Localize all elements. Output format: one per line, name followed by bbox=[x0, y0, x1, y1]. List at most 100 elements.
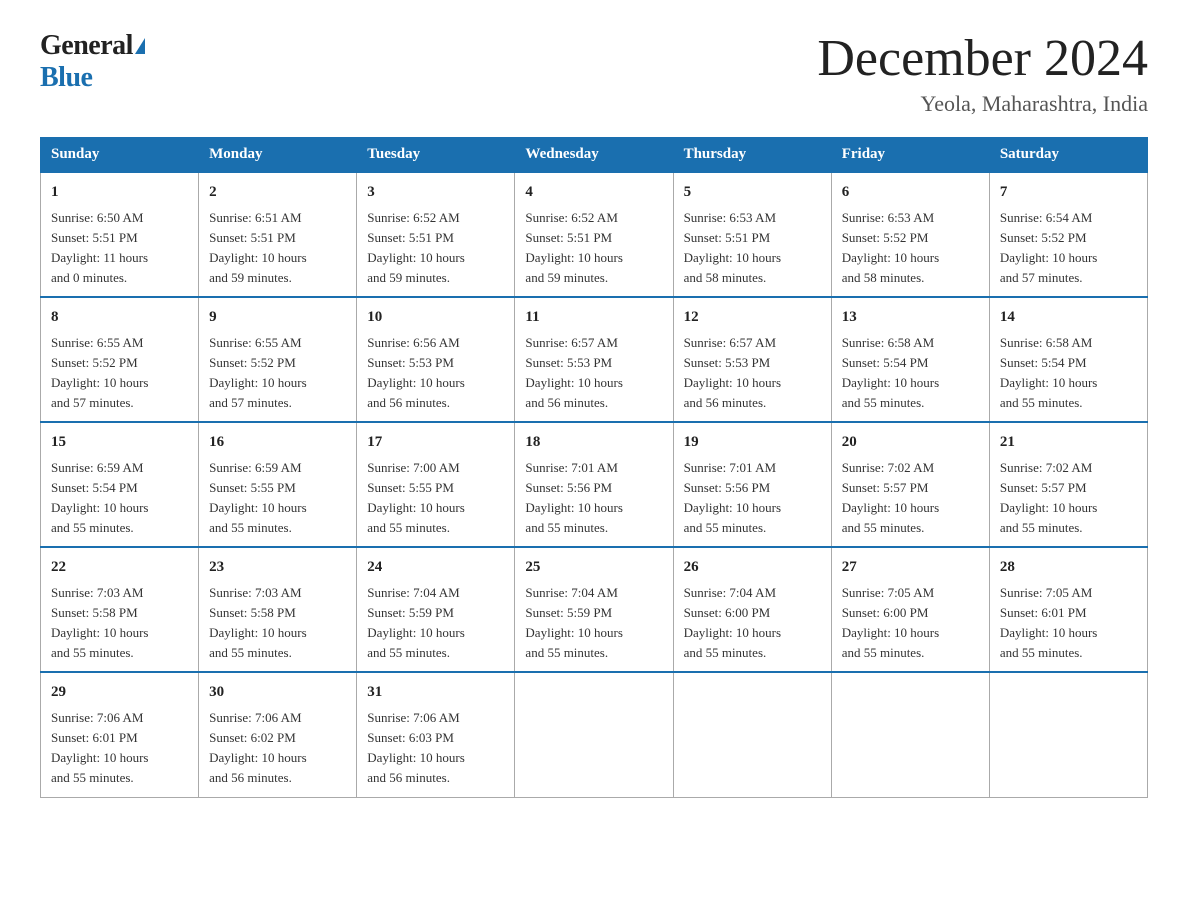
day-number: 31 bbox=[367, 681, 504, 704]
day-info: Sunrise: 6:57 AMSunset: 5:53 PMDaylight:… bbox=[525, 333, 662, 414]
day-number: 17 bbox=[367, 431, 504, 454]
logo: General Blue bbox=[40, 30, 145, 94]
day-number: 20 bbox=[842, 431, 979, 454]
header-saturday: Saturday bbox=[989, 138, 1147, 173]
calendar-cell: 20 Sunrise: 7:02 AMSunset: 5:57 PMDayligh… bbox=[831, 422, 989, 547]
day-info: Sunrise: 7:06 AMSunset: 6:03 PMDaylight:… bbox=[367, 708, 504, 789]
calendar-cell bbox=[673, 672, 831, 797]
day-info: Sunrise: 6:55 AMSunset: 5:52 PMDaylight:… bbox=[51, 333, 188, 414]
calendar-cell: 9 Sunrise: 6:55 AMSunset: 5:52 PMDaylight… bbox=[199, 297, 357, 422]
calendar-cell: 1Sunrise: 6:50 AMSunset: 5:51 PMDaylight… bbox=[41, 172, 199, 297]
calendar-cell: 25Sunrise: 7:04 AMSunset: 5:59 PMDayligh… bbox=[515, 547, 673, 672]
day-number: 16 bbox=[209, 431, 346, 454]
calendar-cell: 7Sunrise: 6:54 AMSunset: 5:52 PMDaylight… bbox=[989, 172, 1147, 297]
header-thursday: Thursday bbox=[673, 138, 831, 173]
calendar-cell: 11 Sunrise: 6:57 AMSunset: 5:53 PMDayligh… bbox=[515, 297, 673, 422]
day-number: 8 bbox=[51, 306, 188, 329]
day-info: Sunrise: 7:04 AMSunset: 6:00 PMDaylight:… bbox=[684, 583, 821, 664]
day-info: Sunrise: 7:00 AMSunset: 5:55 PMDaylight:… bbox=[367, 458, 504, 539]
calendar-cell: 2 Sunrise: 6:51 AMSunset: 5:51 PMDaylight… bbox=[199, 172, 357, 297]
day-number: 19 bbox=[684, 431, 821, 454]
calendar-cell bbox=[989, 672, 1147, 797]
calendar-cell: 21 Sunrise: 7:02 AMSunset: 5:57 PMDayligh… bbox=[989, 422, 1147, 547]
day-info: Sunrise: 6:51 AMSunset: 5:51 PMDaylight:… bbox=[209, 208, 346, 289]
calendar-cell bbox=[831, 672, 989, 797]
logo-general-text: General bbox=[40, 30, 133, 62]
day-info: Sunrise: 7:01 AMSunset: 5:56 PMDaylight:… bbox=[525, 458, 662, 539]
calendar-cell: 23 Sunrise: 7:03 AMSunset: 5:58 PMDayligh… bbox=[199, 547, 357, 672]
day-info: Sunrise: 6:53 AMSunset: 5:52 PMDaylight:… bbox=[842, 208, 979, 289]
day-info: Sunrise: 7:03 AMSunset: 5:58 PMDaylight:… bbox=[51, 583, 188, 664]
header-wednesday: Wednesday bbox=[515, 138, 673, 173]
day-number: 11 bbox=[525, 306, 662, 329]
day-number: 18 bbox=[525, 431, 662, 454]
calendar-week-row: 15Sunrise: 6:59 AMSunset: 5:54 PMDayligh… bbox=[41, 422, 1148, 547]
calendar-cell: 12 Sunrise: 6:57 AMSunset: 5:53 PMDayligh… bbox=[673, 297, 831, 422]
day-number: 4 bbox=[525, 181, 662, 204]
calendar-cell: 18 Sunrise: 7:01 AMSunset: 5:56 PMDayligh… bbox=[515, 422, 673, 547]
calendar-cell: 24Sunrise: 7:04 AMSunset: 5:59 PMDayligh… bbox=[357, 547, 515, 672]
day-info: Sunrise: 6:59 AMSunset: 5:55 PMDaylight:… bbox=[209, 458, 346, 539]
day-info: Sunrise: 6:55 AMSunset: 5:52 PMDaylight:… bbox=[209, 333, 346, 414]
month-title: December 2024 bbox=[817, 30, 1148, 87]
day-info: Sunrise: 7:02 AMSunset: 5:57 PMDaylight:… bbox=[1000, 458, 1137, 539]
day-info: Sunrise: 6:57 AMSunset: 5:53 PMDaylight:… bbox=[684, 333, 821, 414]
title-block: December 2024 Yeola, Maharashtra, India bbox=[817, 30, 1148, 117]
page-header: General Blue December 2024 Yeola, Mahara… bbox=[40, 30, 1148, 117]
calendar-cell: 30Sunrise: 7:06 AMSunset: 6:02 PMDayligh… bbox=[199, 672, 357, 797]
day-number: 30 bbox=[209, 681, 346, 704]
location-title: Yeola, Maharashtra, India bbox=[817, 91, 1148, 117]
calendar-cell: 26 Sunrise: 7:04 AMSunset: 6:00 PMDayligh… bbox=[673, 547, 831, 672]
day-info: Sunrise: 7:02 AMSunset: 5:57 PMDaylight:… bbox=[842, 458, 979, 539]
day-info: Sunrise: 6:52 AMSunset: 5:51 PMDaylight:… bbox=[525, 208, 662, 289]
calendar-cell: 28Sunrise: 7:05 AMSunset: 6:01 PMDayligh… bbox=[989, 547, 1147, 672]
calendar-cell: 29Sunrise: 7:06 AMSunset: 6:01 PMDayligh… bbox=[41, 672, 199, 797]
calendar-cell: 27Sunrise: 7:05 AMSunset: 6:00 PMDayligh… bbox=[831, 547, 989, 672]
logo-blue-text: Blue bbox=[40, 62, 92, 93]
day-info: Sunrise: 6:59 AMSunset: 5:54 PMDaylight:… bbox=[51, 458, 188, 539]
calendar-week-row: 8 Sunrise: 6:55 AMSunset: 5:52 PMDaylight… bbox=[41, 297, 1148, 422]
calendar-cell: 22Sunrise: 7:03 AMSunset: 5:58 PMDayligh… bbox=[41, 547, 199, 672]
day-number: 21 bbox=[1000, 431, 1137, 454]
calendar-cell: 5 Sunrise: 6:53 AMSunset: 5:51 PMDaylight… bbox=[673, 172, 831, 297]
day-number: 2 bbox=[209, 181, 346, 204]
header-sunday: Sunday bbox=[41, 138, 199, 173]
calendar-cell: 4 Sunrise: 6:52 AMSunset: 5:51 PMDaylight… bbox=[515, 172, 673, 297]
calendar-cell: 19Sunrise: 7:01 AMSunset: 5:56 PMDayligh… bbox=[673, 422, 831, 547]
day-number: 14 bbox=[1000, 306, 1137, 329]
day-number: 29 bbox=[51, 681, 188, 704]
calendar-cell: 17 Sunrise: 7:00 AMSunset: 5:55 PMDayligh… bbox=[357, 422, 515, 547]
calendar-week-row: 29Sunrise: 7:06 AMSunset: 6:01 PMDayligh… bbox=[41, 672, 1148, 797]
calendar-cell: 3 Sunrise: 6:52 AMSunset: 5:51 PMDaylight… bbox=[357, 172, 515, 297]
day-number: 13 bbox=[842, 306, 979, 329]
day-number: 5 bbox=[684, 181, 821, 204]
header-tuesday: Tuesday bbox=[357, 138, 515, 173]
calendar-cell: 6Sunrise: 6:53 AMSunset: 5:52 PMDaylight… bbox=[831, 172, 989, 297]
day-info: Sunrise: 7:03 AMSunset: 5:58 PMDaylight:… bbox=[209, 583, 346, 664]
day-info: Sunrise: 6:56 AMSunset: 5:53 PMDaylight:… bbox=[367, 333, 504, 414]
header-monday: Monday bbox=[199, 138, 357, 173]
logo-triangle-icon bbox=[135, 38, 145, 54]
day-info: Sunrise: 7:04 AMSunset: 5:59 PMDaylight:… bbox=[367, 583, 504, 664]
calendar-cell: 16 Sunrise: 6:59 AMSunset: 5:55 PMDayligh… bbox=[199, 422, 357, 547]
calendar-cell: 31 Sunrise: 7:06 AMSunset: 6:03 PMDayligh… bbox=[357, 672, 515, 797]
day-info: Sunrise: 7:05 AMSunset: 6:00 PMDaylight:… bbox=[842, 583, 979, 664]
day-info: Sunrise: 6:52 AMSunset: 5:51 PMDaylight:… bbox=[367, 208, 504, 289]
calendar-header-row: SundayMondayTuesdayWednesdayThursdayFrid… bbox=[41, 138, 1148, 173]
day-info: Sunrise: 7:04 AMSunset: 5:59 PMDaylight:… bbox=[525, 583, 662, 664]
day-number: 23 bbox=[209, 556, 346, 579]
day-number: 26 bbox=[684, 556, 821, 579]
day-info: Sunrise: 6:53 AMSunset: 5:51 PMDaylight:… bbox=[684, 208, 821, 289]
calendar-cell bbox=[515, 672, 673, 797]
day-number: 12 bbox=[684, 306, 821, 329]
calendar-table: SundayMondayTuesdayWednesdayThursdayFrid… bbox=[40, 137, 1148, 797]
day-info: Sunrise: 6:58 AMSunset: 5:54 PMDaylight:… bbox=[842, 333, 979, 414]
calendar-cell: 10Sunrise: 6:56 AMSunset: 5:53 PMDayligh… bbox=[357, 297, 515, 422]
calendar-cell: 15Sunrise: 6:59 AMSunset: 5:54 PMDayligh… bbox=[41, 422, 199, 547]
day-number: 9 bbox=[209, 306, 346, 329]
calendar-week-row: 22Sunrise: 7:03 AMSunset: 5:58 PMDayligh… bbox=[41, 547, 1148, 672]
day-number: 3 bbox=[367, 181, 504, 204]
day-info: Sunrise: 7:05 AMSunset: 6:01 PMDaylight:… bbox=[1000, 583, 1137, 664]
calendar-cell: 13 Sunrise: 6:58 AMSunset: 5:54 PMDayligh… bbox=[831, 297, 989, 422]
header-friday: Friday bbox=[831, 138, 989, 173]
